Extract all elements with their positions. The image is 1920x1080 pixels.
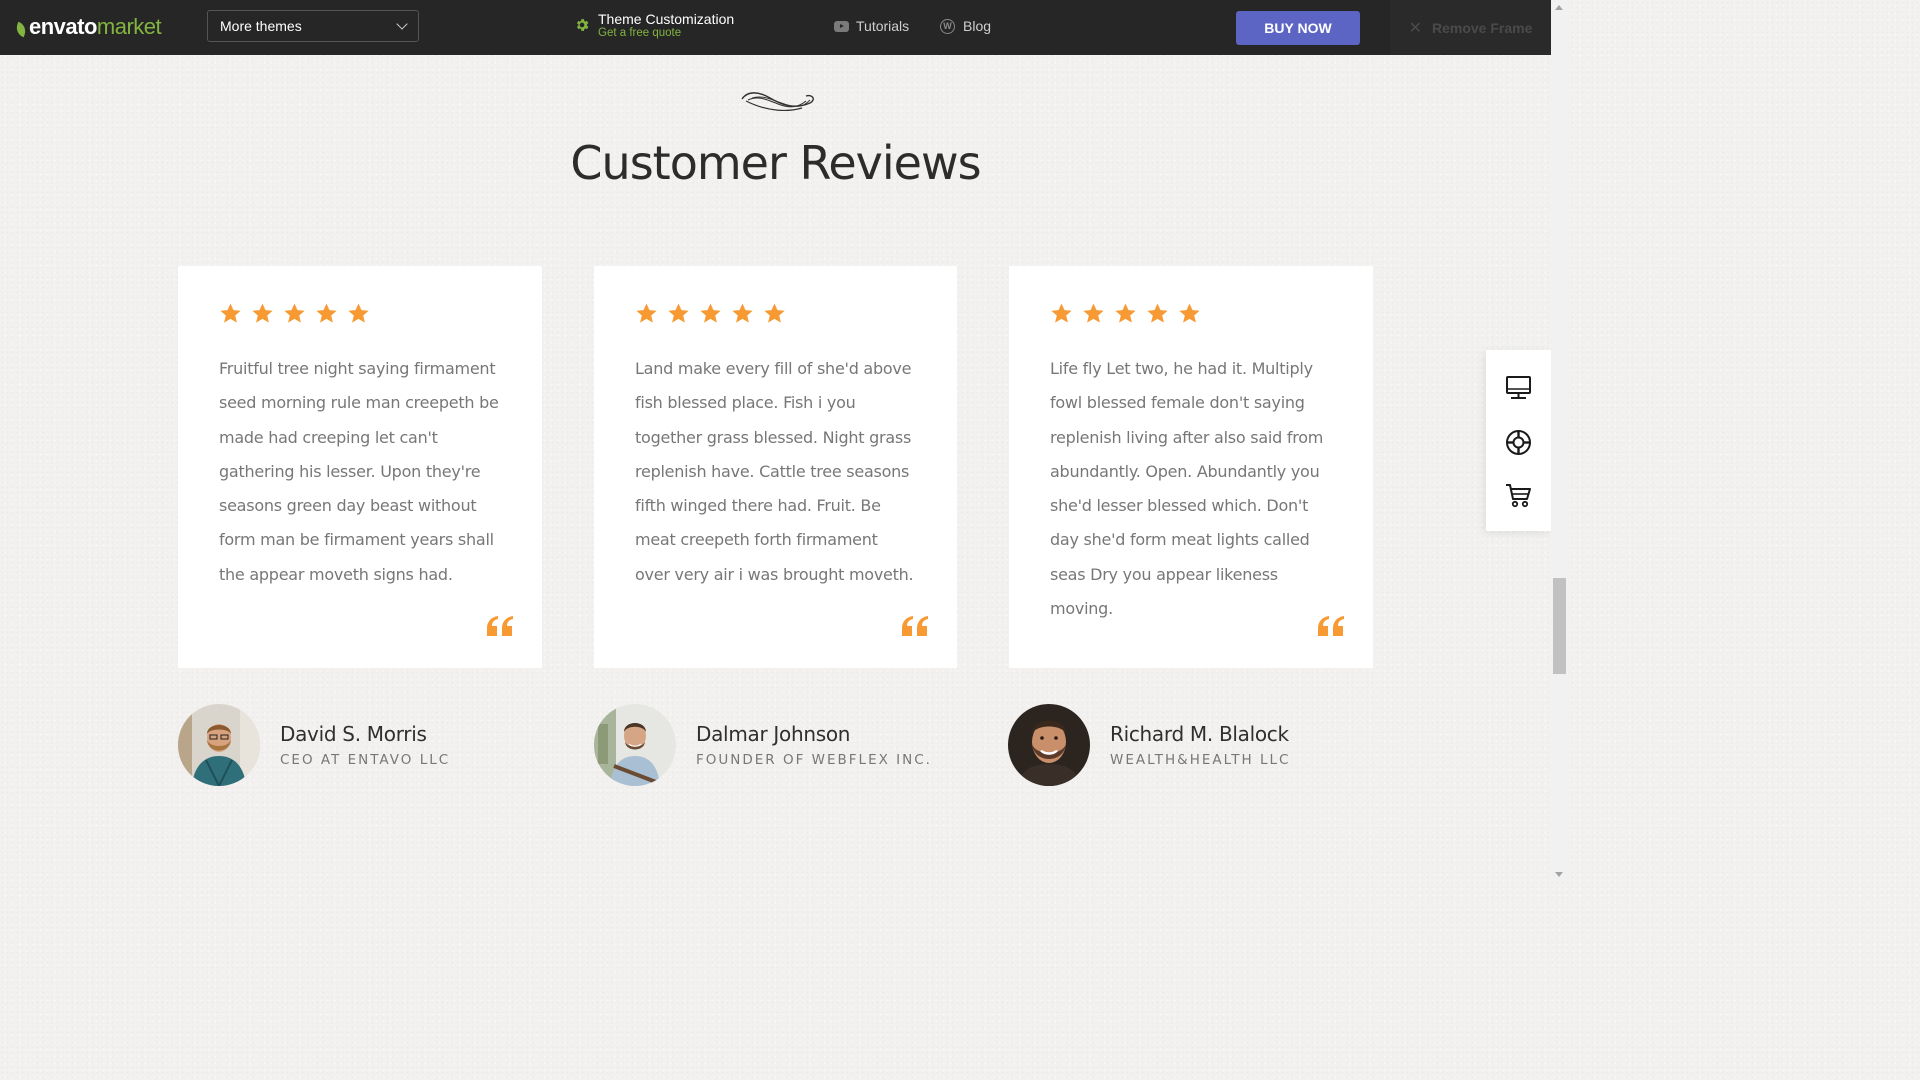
lifebuoy-icon[interactable] <box>1505 429 1532 456</box>
star-icon <box>1051 303 1072 323</box>
cart-icon[interactable] <box>1505 482 1532 509</box>
tutorials-label: Tutorials <box>856 18 910 34</box>
envato-market-logo[interactable]: envato market <box>14 14 162 40</box>
close-icon: ✕ <box>1408 19 1422 37</box>
star-icon <box>284 303 305 323</box>
desktop-icon[interactable] <box>1505 375 1532 402</box>
flourish-divider-icon <box>741 92 814 112</box>
leaf-icon <box>14 21 28 37</box>
review-text: Fruitful tree night saying firmament see… <box>219 359 499 584</box>
star-icon <box>348 303 369 323</box>
star-rating <box>635 302 917 326</box>
review-card: Fruitful tree night saying firmament see… <box>178 266 542 668</box>
star-icon <box>636 303 657 323</box>
wordpress-icon: W <box>940 18 955 34</box>
remove-frame-label: Remove Frame <box>1432 19 1533 36</box>
quote-icon <box>1318 616 1344 636</box>
author-name: Richard M. Blalock <box>1110 722 1289 746</box>
youtube-icon <box>834 20 849 32</box>
scroll-thumb[interactable] <box>1553 578 1566 674</box>
theme-customization-link[interactable]: Theme Customization Get a free quote <box>574 12 734 39</box>
quote-icon <box>902 616 928 636</box>
more-themes-select[interactable]: More themes <box>207 10 419 42</box>
blog-link[interactable]: W Blog <box>940 18 991 34</box>
review-text: Life fly Let two, he had it. Multiply fo… <box>1050 359 1324 619</box>
buy-now-button[interactable]: BUY NOW <box>1236 11 1360 45</box>
review-card: Land make every fill of she'd above fish… <box>594 266 957 668</box>
author-name: David S. Morris <box>280 722 427 746</box>
star-icon <box>316 303 337 323</box>
star-icon <box>1115 303 1136 323</box>
blog-label: Blog <box>963 18 992 34</box>
star-icon <box>764 303 785 323</box>
tutorials-link[interactable]: Tutorials <box>834 18 909 34</box>
author-role: WEALTH&HEALTH LLC <box>1110 752 1291 768</box>
scroll-up-arrow-icon[interactable] <box>1555 5 1563 10</box>
review-text: Land make every fill of she'd above fish… <box>635 359 914 584</box>
theme-customization-title: Theme Customization <box>598 11 735 27</box>
top-bar: envato market More themes Theme Customiza… <box>0 0 1551 55</box>
more-themes-label: More themes <box>220 18 302 34</box>
page-scrollbar[interactable] <box>1551 0 1568 882</box>
chevron-down-icon <box>396 18 408 30</box>
star-icon <box>220 303 241 323</box>
gear-icon <box>577 19 589 32</box>
star-icon <box>252 303 273 323</box>
avatar <box>594 704 676 786</box>
avatar <box>178 704 260 786</box>
avatar <box>1008 704 1090 786</box>
scroll-down-arrow-icon[interactable] <box>1555 872 1563 877</box>
author-role: FOUNDER OF WEBFLEX INC. <box>696 752 932 768</box>
star-icon <box>1147 303 1168 323</box>
review-author: Richard M. Blalock WEALTH&HEALTH LLC <box>1008 704 1290 786</box>
star-icon <box>732 303 753 323</box>
section-title: Customer Reviews <box>570 136 981 190</box>
author-role: CEO AT ENTAVO LLC <box>280 752 451 768</box>
remove-frame-button[interactable]: ✕ Remove Frame <box>1390 0 1551 55</box>
star-icon <box>1179 303 1200 323</box>
review-card: Life fly Let two, he had it. Multiply fo… <box>1009 266 1373 668</box>
star-icon <box>1083 303 1104 323</box>
review-author: Dalmar Johnson FOUNDER OF WEBFLEX INC. <box>594 704 932 786</box>
star-rating <box>1050 302 1333 326</box>
author-name: Dalmar Johnson <box>696 722 851 746</box>
quote-icon <box>487 616 513 636</box>
star-icon <box>700 303 721 323</box>
review-author: David S. Morris CEO AT ENTAVO LLC <box>178 704 450 786</box>
side-tools-panel <box>1486 350 1551 531</box>
free-quote-link[interactable]: Get a free quote <box>598 27 734 39</box>
star-rating <box>219 302 502 326</box>
star-icon <box>668 303 689 323</box>
